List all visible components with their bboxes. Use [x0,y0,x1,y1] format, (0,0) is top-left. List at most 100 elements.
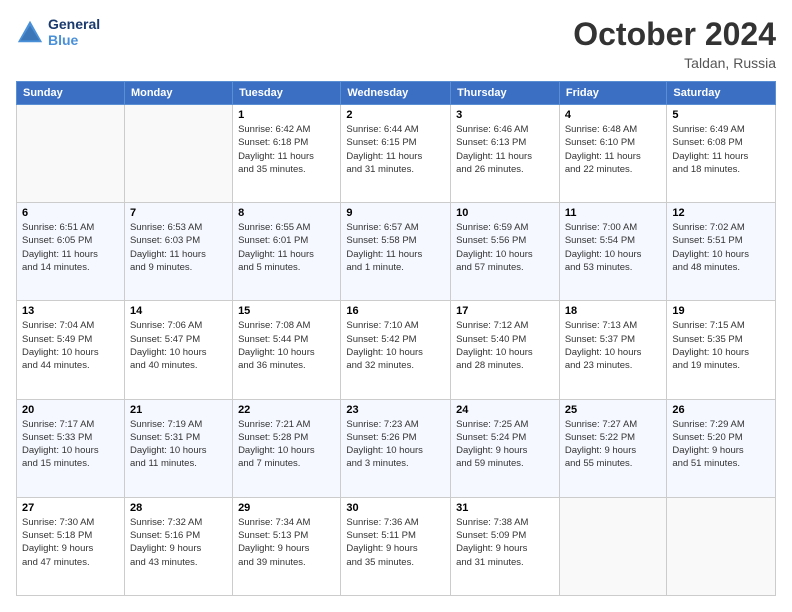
calendar-cell: 24 Sunrise: 7:25 AM Sunset: 5:24 PM Dayli… [451,399,560,497]
day-detail: Sunrise: 7:12 AM Sunset: 5:40 PM Dayligh… [456,319,554,372]
day-detail: Sunrise: 6:53 AM Sunset: 6:03 PM Dayligh… [130,221,227,274]
day-detail: Sunrise: 6:55 AM Sunset: 6:01 PM Dayligh… [238,221,335,274]
day-detail: Sunrise: 7:36 AM Sunset: 5:11 PM Dayligh… [346,516,445,569]
day-number: 23 [346,404,445,416]
calendar-cell: 7 Sunrise: 6:53 AM Sunset: 6:03 PM Daylig… [124,203,232,301]
day-number: 5 [672,109,770,121]
week-row-5: 27 Sunrise: 7:30 AM Sunset: 5:18 PM Dayli… [17,497,776,595]
day-number: 27 [22,502,119,514]
day-detail: Sunrise: 6:48 AM Sunset: 6:10 PM Dayligh… [565,123,662,176]
day-detail: Sunrise: 7:17 AM Sunset: 5:33 PM Dayligh… [22,418,119,471]
day-number: 24 [456,404,554,416]
calendar-cell: 14 Sunrise: 7:06 AM Sunset: 5:47 PM Dayli… [124,301,232,399]
calendar-cell: 22 Sunrise: 7:21 AM Sunset: 5:28 PM Dayli… [233,399,341,497]
day-detail: Sunrise: 6:49 AM Sunset: 6:08 PM Dayligh… [672,123,770,176]
header-friday: Friday [559,82,667,105]
header-monday: Monday [124,82,232,105]
calendar-cell: 30 Sunrise: 7:36 AM Sunset: 5:11 PM Dayli… [341,497,451,595]
calendar-cell: 1Sunrise: 6:42 AM Sunset: 6:18 PM Daylig… [233,105,341,203]
day-number: 15 [238,305,335,317]
calendar-cell: 9Sunrise: 6:57 AM Sunset: 5:58 PM Daylig… [341,203,451,301]
week-row-1: 1Sunrise: 6:42 AM Sunset: 6:18 PM Daylig… [17,105,776,203]
day-detail: Sunrise: 7:29 AM Sunset: 5:20 PM Dayligh… [672,418,770,471]
day-number: 18 [565,305,662,317]
calendar-cell: 11 Sunrise: 7:00 AM Sunset: 5:54 PM Dayli… [559,203,667,301]
day-detail: Sunrise: 6:44 AM Sunset: 6:15 PM Dayligh… [346,123,445,176]
day-detail: Sunrise: 7:06 AM Sunset: 5:47 PM Dayligh… [130,319,227,372]
calendar-cell: 27 Sunrise: 7:30 AM Sunset: 5:18 PM Dayli… [17,497,125,595]
day-detail: Sunrise: 6:59 AM Sunset: 5:56 PM Dayligh… [456,221,554,274]
day-detail: Sunrise: 7:00 AM Sunset: 5:54 PM Dayligh… [565,221,662,274]
header-thursday: Thursday [451,82,560,105]
calendar-cell: 26 Sunrise: 7:29 AM Sunset: 5:20 PM Dayli… [667,399,776,497]
calendar-cell: 20 Sunrise: 7:17 AM Sunset: 5:33 PM Dayli… [17,399,125,497]
calendar-cell: 28 Sunrise: 7:32 AM Sunset: 5:16 PM Dayli… [124,497,232,595]
calendar-header-row: Sunday Monday Tuesday Wednesday Thursday… [17,82,776,105]
header: General Blue October 2024 Taldan, Russia [16,16,776,71]
logo-text: General Blue [48,16,100,48]
day-number: 22 [238,404,335,416]
calendar-cell: 29 Sunrise: 7:34 AM Sunset: 5:13 PM Dayli… [233,497,341,595]
day-detail: Sunrise: 7:23 AM Sunset: 5:26 PM Dayligh… [346,418,445,471]
day-number: 13 [22,305,119,317]
week-row-3: 13 Sunrise: 7:04 AM Sunset: 5:49 PM Dayli… [17,301,776,399]
day-detail: Sunrise: 7:15 AM Sunset: 5:35 PM Dayligh… [672,319,770,372]
day-detail: Sunrise: 7:13 AM Sunset: 5:37 PM Dayligh… [565,319,662,372]
day-detail: Sunrise: 6:46 AM Sunset: 6:13 PM Dayligh… [456,123,554,176]
day-number: 10 [456,207,554,219]
calendar-cell [667,497,776,595]
day-number: 20 [22,404,119,416]
calendar-cell [559,497,667,595]
calendar-cell: 13 Sunrise: 7:04 AM Sunset: 5:49 PM Dayli… [17,301,125,399]
day-number: 28 [130,502,227,514]
day-number: 6 [22,207,119,219]
calendar-cell: 21Sunrise: 7:19 AM Sunset: 5:31 PM Dayli… [124,399,232,497]
calendar-table: Sunday Monday Tuesday Wednesday Thursday… [16,81,776,596]
day-number: 7 [130,207,227,219]
day-detail: Sunrise: 7:38 AM Sunset: 5:09 PM Dayligh… [456,516,554,569]
day-number: 9 [346,207,445,219]
calendar-cell: 18 Sunrise: 7:13 AM Sunset: 5:37 PM Dayli… [559,301,667,399]
day-detail: Sunrise: 7:25 AM Sunset: 5:24 PM Dayligh… [456,418,554,471]
day-detail: Sunrise: 7:21 AM Sunset: 5:28 PM Dayligh… [238,418,335,471]
week-row-2: 6Sunrise: 6:51 AM Sunset: 6:05 PM Daylig… [17,203,776,301]
day-number: 17 [456,305,554,317]
header-saturday: Saturday [667,82,776,105]
day-number: 26 [672,404,770,416]
calendar-cell: 25Sunrise: 7:27 AM Sunset: 5:22 PM Dayli… [559,399,667,497]
calendar-cell: 15Sunrise: 7:08 AM Sunset: 5:44 PM Dayli… [233,301,341,399]
day-number: 16 [346,305,445,317]
calendar-cell: 5 Sunrise: 6:49 AM Sunset: 6:08 PM Daylig… [667,105,776,203]
day-number: 21 [130,404,227,416]
day-number: 30 [346,502,445,514]
calendar-cell: 4 Sunrise: 6:48 AM Sunset: 6:10 PM Daylig… [559,105,667,203]
calendar-cell: 17 Sunrise: 7:12 AM Sunset: 5:40 PM Dayli… [451,301,560,399]
day-number: 29 [238,502,335,514]
day-number: 14 [130,305,227,317]
calendar-cell: 3 Sunrise: 6:46 AM Sunset: 6:13 PM Daylig… [451,105,560,203]
calendar-cell: 8 Sunrise: 6:55 AM Sunset: 6:01 PM Daylig… [233,203,341,301]
calendar-cell: 16 Sunrise: 7:10 AM Sunset: 5:42 PM Dayli… [341,301,451,399]
day-detail: Sunrise: 7:34 AM Sunset: 5:13 PM Dayligh… [238,516,335,569]
header-tuesday: Tuesday [233,82,341,105]
day-detail: Sunrise: 7:32 AM Sunset: 5:16 PM Dayligh… [130,516,227,569]
calendar-cell: 23 Sunrise: 7:23 AM Sunset: 5:26 PM Dayli… [341,399,451,497]
day-number: 8 [238,207,335,219]
calendar-cell: 6Sunrise: 6:51 AM Sunset: 6:05 PM Daylig… [17,203,125,301]
title-block: October 2024 Taldan, Russia [573,16,776,71]
day-detail: Sunrise: 7:04 AM Sunset: 5:49 PM Dayligh… [22,319,119,372]
day-detail: Sunrise: 7:10 AM Sunset: 5:42 PM Dayligh… [346,319,445,372]
calendar-cell: 31 Sunrise: 7:38 AM Sunset: 5:09 PM Dayli… [451,497,560,595]
day-detail: Sunrise: 7:27 AM Sunset: 5:22 PM Dayligh… [565,418,662,471]
calendar-cell [17,105,125,203]
header-wednesday: Wednesday [341,82,451,105]
calendar-cell: 10 Sunrise: 6:59 AM Sunset: 5:56 PM Dayli… [451,203,560,301]
day-detail: Sunrise: 7:30 AM Sunset: 5:18 PM Dayligh… [22,516,119,569]
header-sunday: Sunday [17,82,125,105]
day-number: 31 [456,502,554,514]
day-detail: Sunrise: 6:42 AM Sunset: 6:18 PM Dayligh… [238,123,335,176]
day-number: 11 [565,207,662,219]
day-detail: Sunrise: 7:02 AM Sunset: 5:51 PM Dayligh… [672,221,770,274]
day-number: 4 [565,109,662,121]
day-number: 3 [456,109,554,121]
